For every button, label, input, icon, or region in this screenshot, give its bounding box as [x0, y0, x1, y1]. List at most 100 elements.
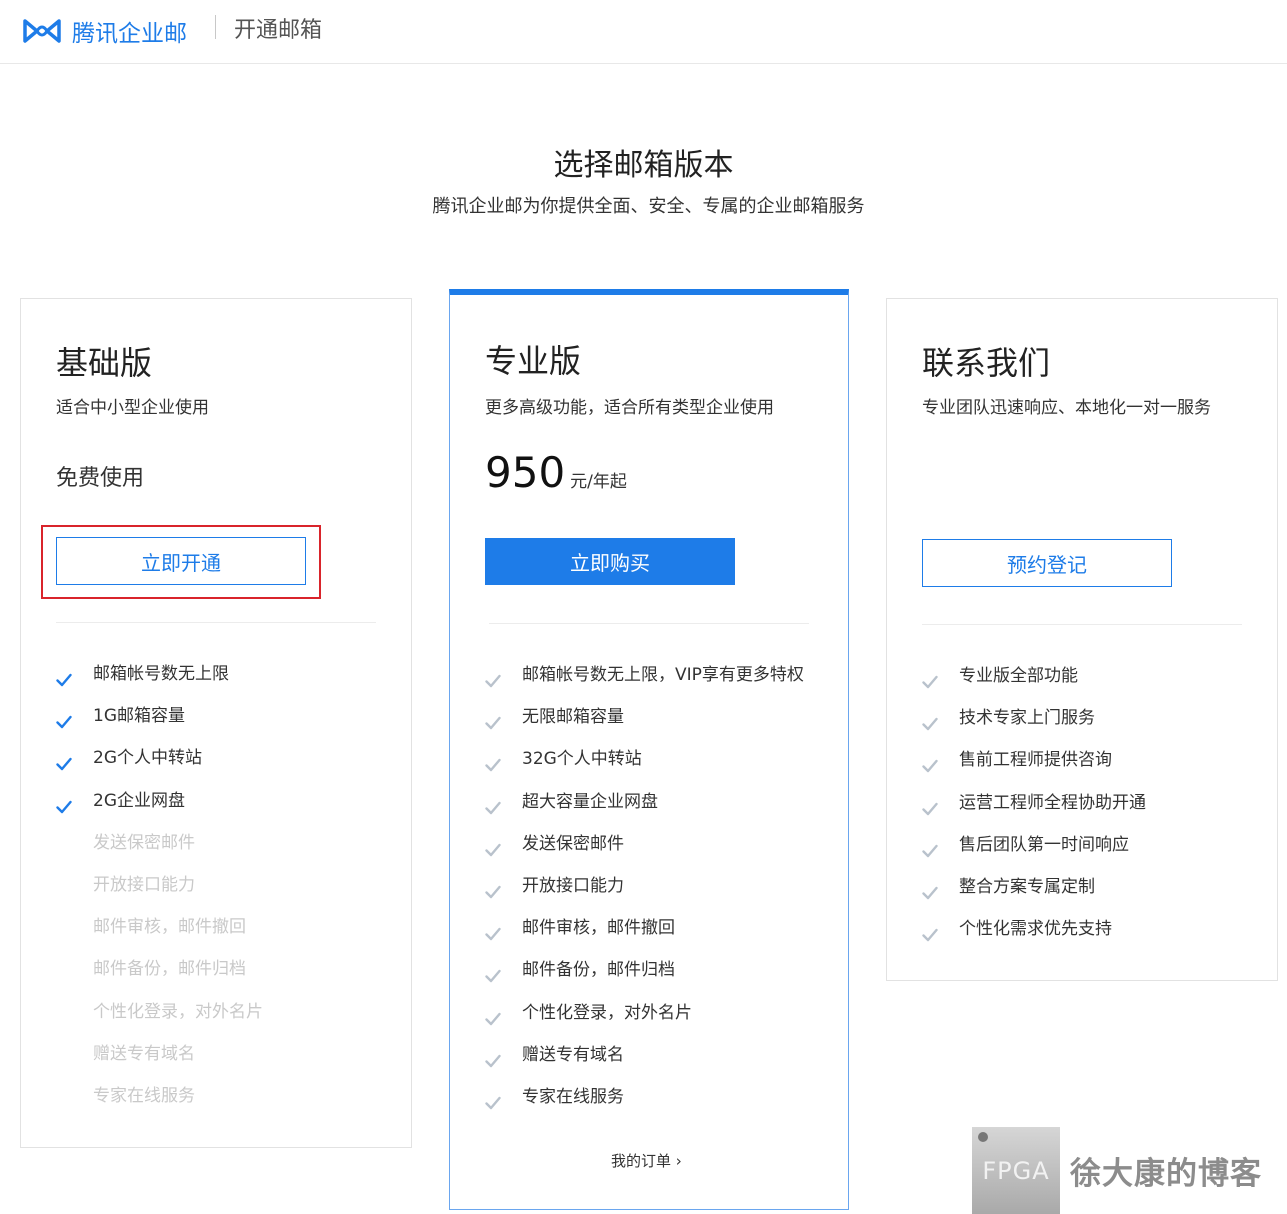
feature-label: 开放接口能力	[93, 874, 195, 895]
basic-feature-item: 邮件审核，邮件撤回	[56, 912, 386, 954]
plan-price-basic: 免费使用	[56, 466, 145, 491]
feature-label: 个性化登录，对外名片	[93, 1001, 263, 1022]
basic-feature-item: 2G企业网盘	[56, 786, 386, 828]
feature-label: 开放接口能力	[522, 875, 624, 896]
reserve-register-button[interactable]: 预约登记	[922, 539, 1172, 587]
plan-desc-contact: 专业团队迅速响应、本地化一对一服务	[922, 398, 1211, 418]
check-icon	[485, 1090, 501, 1110]
check-icon	[485, 710, 501, 730]
plan-desc-basic: 适合中小型企业使用	[56, 398, 209, 418]
basic-feature-item: 开放接口能力	[56, 870, 386, 912]
feature-label: 运营工程师全程协助开通	[959, 792, 1146, 813]
basic-feature-item: 2G个人中转站	[56, 743, 386, 785]
feature-label: 发送保密邮件	[522, 833, 624, 854]
plan-name-pro: 专业版	[485, 342, 582, 380]
blog-watermark: FPGA 徐大康的博客	[972, 1127, 1262, 1214]
feature-label: 赠送专有域名	[93, 1043, 195, 1064]
contact-feature-item: 专业版全部功能	[922, 661, 1252, 703]
activate-now-button[interactable]: 立即开通	[56, 537, 306, 585]
top-bar: 腾讯企业邮 开通邮箱	[0, 0, 1287, 64]
feature-label: 售前工程师提供咨询	[959, 750, 1112, 771]
check-icon	[485, 921, 501, 941]
page-subtitle: 腾讯企业邮为你提供全面、安全、专属的企业邮箱服务	[432, 196, 865, 217]
feature-label: 专业版全部功能	[959, 666, 1078, 686]
feature-label: 1G邮箱容量	[93, 706, 185, 727]
feature-label: 邮件备份，邮件归档	[522, 960, 675, 981]
check-icon	[485, 879, 501, 899]
header-divider	[215, 15, 216, 39]
fpga-badge-text: FPGA	[982, 1156, 1050, 1185]
feature-label: 无限邮箱容量	[522, 707, 624, 728]
feature-label: 2G企业网盘	[93, 790, 185, 811]
feature-label: 个性化登录，对外名片	[522, 1002, 692, 1023]
check-icon	[56, 709, 72, 729]
basic-feature-item: 1G邮箱容量	[56, 701, 386, 743]
check-icon	[922, 838, 938, 857]
basic-feature-item: 个性化登录，对外名片	[56, 997, 386, 1039]
feature-label: 售后团队第一时间响应	[959, 834, 1129, 855]
plan-name-basic: 基础版	[56, 344, 153, 382]
check-icon	[485, 795, 501, 814]
pro-feature-item: 发送保密邮件	[485, 829, 830, 871]
divider-basic	[56, 622, 376, 623]
pro-feature-item: 专家在线服务	[485, 1082, 830, 1124]
price-unit: 元/年起	[570, 472, 627, 492]
check-icon	[485, 837, 501, 856]
check-icon	[922, 753, 938, 773]
plan-name-contact: 联系我们	[922, 344, 1051, 382]
pro-feature-item: 邮件备份，邮件归档	[485, 955, 830, 997]
watermark-text: 徐大康的博客	[1070, 1156, 1262, 1192]
feature-label: 专家在线服务	[522, 1086, 624, 1107]
check-icon	[922, 711, 938, 731]
contact-feature-item: 整合方案专属定制	[922, 872, 1252, 914]
plan-price-pro: 950 元/年起	[485, 448, 627, 497]
my-orders-link[interactable]: 我的订单 ›	[611, 1150, 682, 1171]
check-icon	[922, 922, 938, 942]
pro-feature-item: 超大容量企业网盘	[485, 787, 830, 829]
check-icon	[485, 1048, 501, 1067]
pro-feature-item: 邮箱帐号数无上限，VIP享有更多特权	[485, 660, 830, 702]
section-title: 开通邮箱	[234, 18, 323, 43]
basic-feature-item: 邮件备份，邮件归档	[56, 954, 386, 996]
basic-feature-item: 专家在线服务	[56, 1081, 386, 1123]
contact-feature-item: 运营工程师全程协助开通	[922, 788, 1252, 830]
pro-feature-item: 无限邮箱容量	[485, 702, 830, 744]
plan-desc-pro: 更多高级功能，适合所有类型企业使用	[485, 398, 774, 418]
feature-label: 32G个人中转站	[522, 749, 642, 770]
check-icon	[485, 963, 501, 983]
contact-feature-item: 售前工程师提供咨询	[922, 745, 1252, 787]
fpga-badge: FPGA	[972, 1127, 1060, 1214]
check-icon	[56, 667, 72, 687]
pro-feature-item: 32G个人中转站	[485, 744, 830, 786]
contact-feature-item: 售后团队第一时间响应	[922, 830, 1252, 872]
check-icon	[485, 668, 501, 688]
mail-logo-icon	[22, 18, 62, 44]
check-icon	[56, 794, 72, 813]
feature-label: 邮件备份，邮件归档	[93, 959, 246, 980]
price-amount: 950	[485, 448, 566, 497]
brand-logo[interactable]: 腾讯企业邮	[22, 14, 187, 48]
pro-feature-item: 个性化登录，对外名片	[485, 998, 830, 1040]
check-icon	[485, 1006, 501, 1025]
basic-feature-item: 赠送专有域名	[56, 1039, 386, 1081]
feature-label: 赠送专有域名	[522, 1044, 624, 1065]
badge-dot	[978, 1132, 988, 1142]
feature-label: 专家在线服务	[93, 1085, 195, 1106]
brand-name: 腾讯企业邮	[72, 21, 187, 47]
feature-label: 2G个人中转站	[93, 748, 202, 769]
feature-label: 邮件审核，邮件撤回	[522, 918, 675, 939]
basic-feature-item: 发送保密邮件	[56, 828, 386, 870]
check-icon	[56, 751, 72, 771]
divider-pro	[489, 623, 809, 624]
feature-label: 技术专家上门服务	[959, 708, 1095, 729]
feature-label: 邮箱帐号数无上限，VIP享有更多特权	[522, 665, 804, 685]
feature-label: 邮件审核，邮件撤回	[93, 917, 246, 938]
check-icon	[485, 752, 501, 772]
divider-contact	[922, 624, 1242, 625]
buy-now-button[interactable]: 立即购买	[485, 538, 735, 585]
feature-label: 超大容量企业网盘	[522, 791, 658, 812]
check-icon	[922, 880, 938, 900]
feature-label: 邮箱帐号数无上限	[93, 664, 229, 684]
contact-feature-item: 个性化需求优先支持	[922, 914, 1252, 956]
check-icon	[922, 669, 938, 689]
